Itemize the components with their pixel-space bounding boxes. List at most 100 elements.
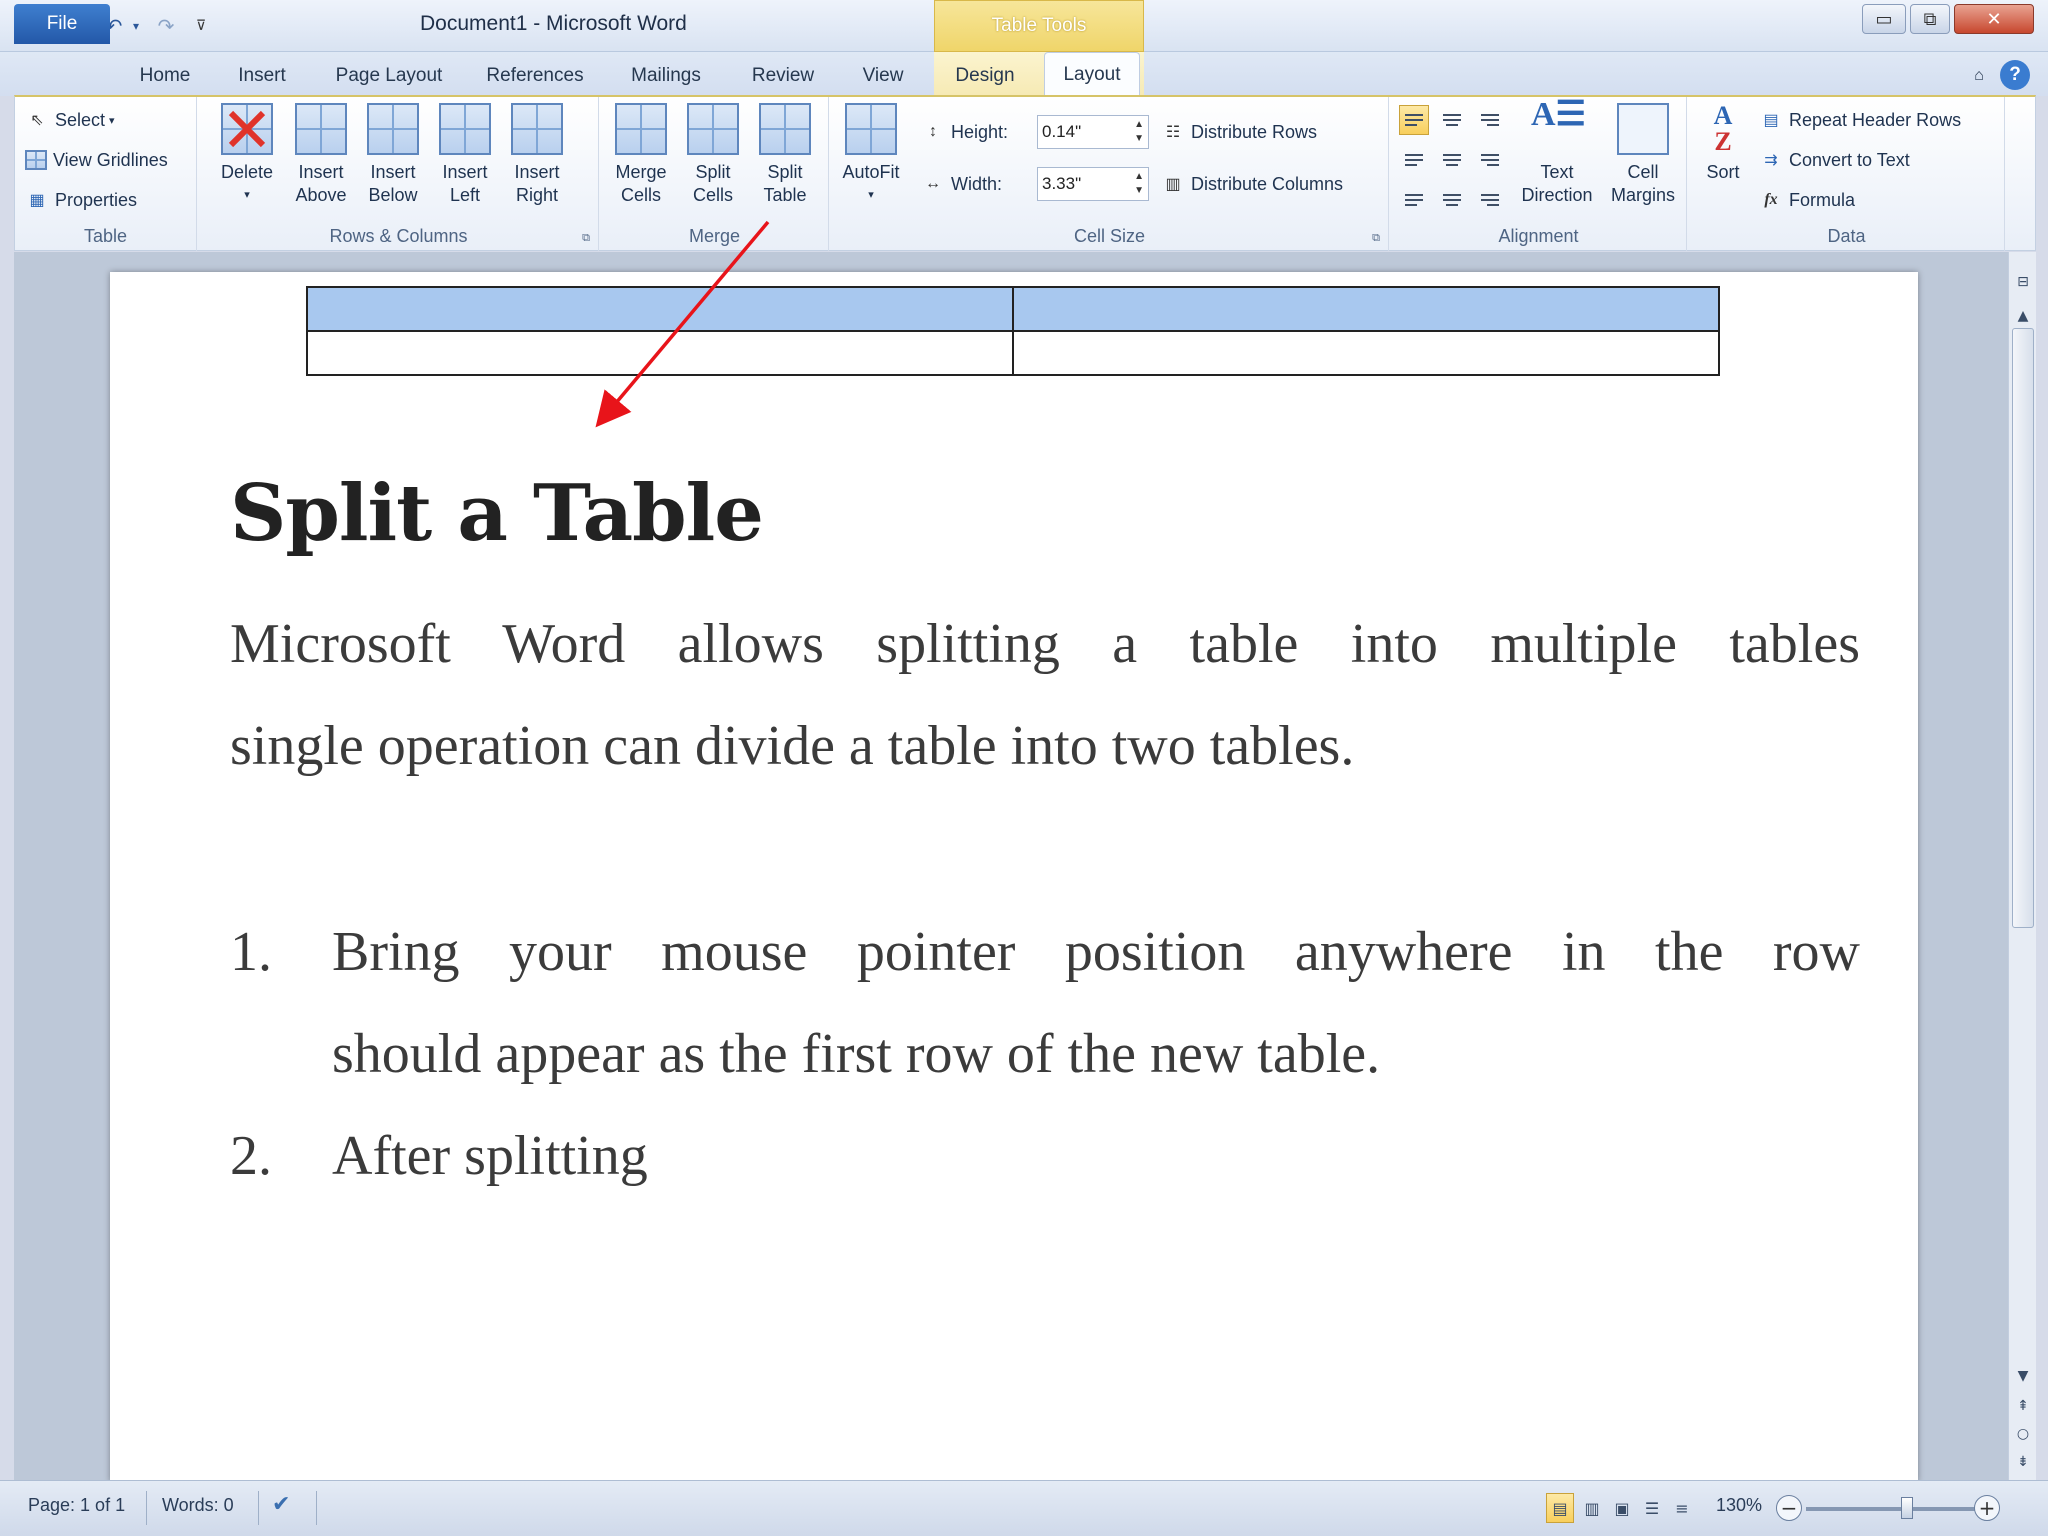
properties-button[interactable]: ▦ Properties: [25, 185, 137, 215]
select-button[interactable]: ⇖ Select ▾: [25, 105, 114, 135]
distribute-rows-icon: ☷: [1165, 124, 1181, 141]
spinner-arrows-icon[interactable]: ▲ ▼: [1134, 118, 1144, 146]
scroll-up-arrow-icon[interactable]: ▲: [2009, 302, 2037, 330]
merge-cells-icon: [615, 103, 667, 155]
cell-margins-button[interactable]: Cell Margins: [1603, 101, 1683, 227]
outline-view-icon[interactable]: ☰: [1638, 1493, 1666, 1523]
height-field[interactable]: 0.14" ▲ ▼: [1037, 115, 1149, 149]
autofit-label: AutoFit: [842, 162, 900, 182]
distribute-columns-button[interactable]: ▥ Distribute Columns: [1161, 169, 1343, 199]
zoom-out-icon[interactable]: −: [1776, 1495, 1802, 1521]
minimize-button[interactable]: ▭: [1862, 4, 1906, 34]
table-cell[interactable]: [306, 330, 1014, 376]
sort-button[interactable]: AZ Sort: [1695, 101, 1751, 227]
zoom-slider[interactable]: [1806, 1497, 1976, 1519]
width-label-group: ↔ Width:: [921, 169, 1002, 199]
insert-above-label-2: Above: [295, 185, 347, 205]
align-middle-center-button[interactable]: [1437, 145, 1467, 175]
draft-view-icon[interactable]: ≡: [1668, 1493, 1696, 1523]
merge-cells-label-1: Merge: [615, 162, 667, 182]
align-middle-left-button[interactable]: [1399, 145, 1429, 175]
convert-to-text-button[interactable]: ⇉ Convert to Text: [1759, 145, 1910, 175]
spinner-arrows-icon[interactable]: ▲ ▼: [1134, 170, 1144, 198]
autofit-button[interactable]: AutoFit ▾: [837, 101, 905, 227]
split-cells-icon: [687, 103, 739, 155]
zoom-slider-thumb[interactable]: [1900, 1497, 1913, 1519]
restore-button[interactable]: ⧉: [1910, 4, 1950, 34]
document-table[interactable]: [306, 286, 1720, 376]
zoom-level[interactable]: 130%: [1716, 1495, 1762, 1516]
table-row[interactable]: [306, 330, 1720, 376]
align-bottom-center-button[interactable]: [1437, 185, 1467, 215]
text-direction-button[interactable]: A☰ Text Direction: [1515, 98, 1599, 227]
group-cell-size: AutoFit ▾ ↕ Height: 0.14" ▲ ▼ ↔ Width: 3.…: [831, 97, 1389, 251]
view-gridlines-button[interactable]: View Gridlines: [25, 145, 168, 175]
scrollbar-thumb[interactable]: [2012, 328, 2034, 928]
web-layout-icon[interactable]: ▣: [1608, 1493, 1636, 1523]
align-top-right-button[interactable]: [1475, 105, 1505, 135]
table-cell[interactable]: [306, 286, 1014, 332]
width-value: 3.33": [1042, 174, 1082, 193]
help-icon[interactable]: ?: [2000, 60, 2030, 90]
word-count[interactable]: Words: 0: [162, 1495, 234, 1516]
tab-mailings[interactable]: Mailings: [616, 56, 716, 96]
tab-insert[interactable]: Insert: [222, 56, 302, 96]
tab-page-layout[interactable]: Page Layout: [324, 56, 454, 96]
table-cell[interactable]: [1012, 330, 1720, 376]
group-label-cell-size: Cell Size: [1073, 226, 1146, 246]
distribute-rows-button[interactable]: ☷ Distribute Rows: [1161, 117, 1317, 147]
convert-to-text-label: Convert to Text: [1789, 149, 1910, 170]
align-top-left-button[interactable]: [1399, 105, 1429, 135]
insert-below-button[interactable]: Insert Below: [359, 101, 427, 227]
tab-view[interactable]: View: [850, 56, 916, 96]
select-label: Select: [55, 109, 106, 130]
status-separator: [258, 1491, 259, 1525]
undo-dropdown-icon[interactable]: ▾: [128, 12, 144, 40]
browse-object-icon[interactable]: ○: [2009, 1420, 2037, 1448]
insert-right-button[interactable]: Insert Right: [503, 101, 571, 227]
insert-above-button[interactable]: Insert Above: [287, 101, 355, 227]
document-workspace: Split a Table Microsoft Word allows spli…: [14, 252, 2008, 1482]
dialog-launcher-icon[interactable]: ⧉: [582, 231, 590, 245]
print-layout-view-icon[interactable]: ▤: [1546, 1493, 1574, 1523]
step-1-line-1: Bring your mouse pointer position anywhe…: [332, 920, 1860, 984]
page-count[interactable]: Page: 1 of 1: [28, 1495, 125, 1516]
tab-review[interactable]: Review: [740, 56, 826, 96]
align-bottom-left-button[interactable]: [1399, 185, 1429, 215]
repeat-header-rows-button[interactable]: ▤ Repeat Header Rows: [1759, 105, 1961, 135]
redo-icon[interactable]: ↷: [152, 12, 180, 40]
tab-design[interactable]: Design: [940, 56, 1030, 96]
next-page-icon[interactable]: ⇟: [2009, 1448, 2037, 1476]
dialog-launcher-icon[interactable]: ⧉: [1372, 231, 1380, 245]
group-label-rows-columns: Rows & Columns: [329, 226, 468, 246]
close-button[interactable]: ✕: [1954, 4, 2034, 34]
table-row-selected[interactable]: [306, 286, 1720, 332]
align-bottom-right-button[interactable]: [1475, 185, 1505, 215]
split-table-label-1: Split: [767, 162, 803, 182]
tab-references[interactable]: References: [478, 56, 592, 96]
vertical-scrollbar[interactable]: ⊟ ▲ ▼ ⇞ ○ ⇟: [2008, 252, 2036, 1480]
scroll-down-arrow-icon[interactable]: ▼: [2009, 1362, 2037, 1390]
align-middle-right-button[interactable]: [1475, 145, 1505, 175]
align-top-center-button[interactable]: [1437, 105, 1467, 135]
ruler-toggle-icon[interactable]: ⊟: [2009, 268, 2037, 296]
previous-page-icon[interactable]: ⇞: [2009, 1392, 2037, 1420]
document-page[interactable]: Split a Table Microsoft Word allows spli…: [110, 272, 1918, 1482]
delete-button[interactable]: Delete ▾: [213, 101, 281, 227]
split-cells-button[interactable]: Split Cells: [679, 101, 747, 227]
minimize-ribbon-icon[interactable]: ⌂: [1966, 56, 1992, 96]
proofing-check-icon[interactable]: ✔: [272, 1491, 290, 1517]
customize-quick-access-icon[interactable]: ⊽: [190, 12, 212, 40]
table-cell[interactable]: [1012, 286, 1720, 332]
zoom-in-icon[interactable]: +: [1974, 1495, 2000, 1521]
insert-left-button[interactable]: Insert Left: [431, 101, 499, 227]
width-field[interactable]: 3.33" ▲ ▼: [1037, 167, 1149, 201]
tab-file[interactable]: File: [14, 4, 110, 44]
split-table-button[interactable]: Split Table: [751, 101, 819, 227]
formula-button[interactable]: fx Formula: [1759, 185, 1855, 215]
full-screen-reading-icon[interactable]: ▥: [1578, 1493, 1606, 1523]
merge-cells-button[interactable]: Merge Cells: [607, 101, 675, 227]
tab-home[interactable]: Home: [126, 56, 204, 96]
tab-layout[interactable]: Layout: [1044, 52, 1140, 96]
group-rows-columns: Delete ▾ Insert Above Insert Below Inser…: [199, 97, 599, 251]
